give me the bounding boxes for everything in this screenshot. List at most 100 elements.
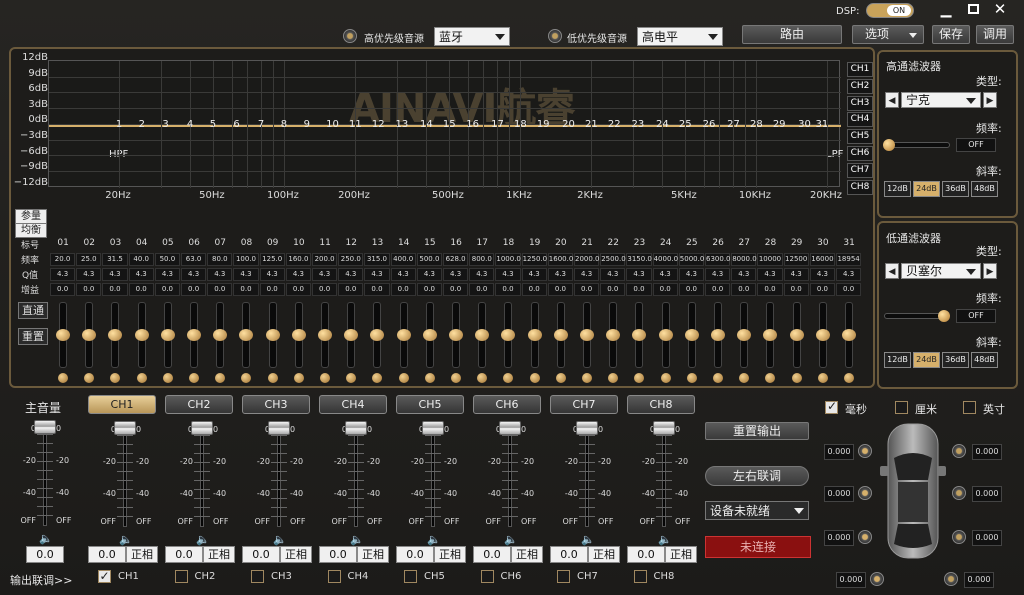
eq-band-dot[interactable] bbox=[58, 373, 68, 383]
eq-slider-thumb[interactable] bbox=[842, 329, 856, 341]
band-marker[interactable]: 10 bbox=[326, 119, 339, 130]
eq-band-dot[interactable] bbox=[110, 373, 121, 383]
eq-gain-field[interactable]: 0.0 bbox=[364, 283, 390, 296]
eq-slider-thumb[interactable] bbox=[711, 329, 725, 341]
eq-band-dot[interactable] bbox=[477, 373, 488, 383]
channel-tab-ch1[interactable]: CH1 bbox=[88, 395, 156, 414]
eq-freq-field[interactable]: 125.0 bbox=[259, 253, 285, 266]
eq-gain-field[interactable]: 0.0 bbox=[652, 283, 678, 296]
eq-slider-thumb[interactable] bbox=[501, 329, 516, 341]
device-select[interactable]: 设备未就绪 bbox=[705, 501, 809, 520]
band-marker[interactable]: 5 bbox=[207, 119, 219, 130]
param-eq-button[interactable]: 参量 bbox=[15, 209, 47, 224]
eq-band-dot[interactable] bbox=[660, 373, 671, 383]
channel-fader-2-track[interactable] bbox=[200, 423, 204, 527]
link-checkbox-ch8[interactable] bbox=[633, 570, 647, 583]
eq-slider-thumb[interactable] bbox=[370, 329, 385, 341]
phase-button[interactable]: 正相 bbox=[511, 546, 543, 563]
eq-slider-thumb[interactable] bbox=[344, 329, 359, 341]
eq-freq-field[interactable]: 800.0 bbox=[469, 253, 495, 266]
options-button[interactable]: 选项 bbox=[852, 25, 924, 44]
eq-slider-thumb[interactable] bbox=[580, 329, 594, 341]
band-marker[interactable]: 26 bbox=[703, 119, 716, 130]
high-priority-select[interactable]: 蓝牙 bbox=[434, 27, 510, 46]
band-marker[interactable]: 15 bbox=[443, 119, 456, 130]
eq-slider-thumb[interactable] bbox=[553, 329, 568, 341]
speaker-icon[interactable]: 🔈 bbox=[581, 533, 595, 546]
eq-gain-field[interactable]: 0.0 bbox=[76, 283, 102, 296]
eq-q-field[interactable]: 4.3 bbox=[443, 268, 469, 281]
eq-band-dot[interactable] bbox=[424, 373, 435, 383]
bypass-button[interactable]: 直通 bbox=[18, 302, 48, 319]
tune-button[interactable]: 调用 bbox=[976, 25, 1014, 44]
eq-gain-field[interactable]: 0.0 bbox=[574, 283, 600, 296]
maximize-icon[interactable] bbox=[964, 2, 982, 18]
channel-fader-6-thumb[interactable] bbox=[499, 421, 521, 435]
eq-q-field[interactable]: 4.3 bbox=[364, 268, 390, 281]
master-volume-value[interactable]: 0.0 bbox=[26, 546, 64, 563]
unit-ms-checkbox[interactable] bbox=[825, 399, 838, 414]
band-marker[interactable]: 22 bbox=[608, 119, 621, 130]
speaker-icon[interactable]: 🔈 bbox=[273, 533, 287, 546]
highpass-slope-12dB[interactable]: 12dB bbox=[884, 181, 911, 197]
eq-gain-field[interactable]: 0.0 bbox=[233, 283, 259, 296]
eq-slider-thumb[interactable] bbox=[134, 329, 149, 341]
eq-q-field[interactable]: 4.3 bbox=[128, 268, 154, 281]
eq-freq-field[interactable]: 1600.0 bbox=[547, 253, 573, 266]
eq-band-dot[interactable] bbox=[608, 373, 619, 383]
eq-q-field[interactable]: 4.3 bbox=[600, 268, 626, 281]
channel-volume-value[interactable]: 0.0 bbox=[319, 546, 357, 563]
reset-output-button[interactable]: 重置输出 bbox=[705, 422, 809, 440]
eq-freq-field[interactable]: 20.0 bbox=[50, 253, 76, 266]
eq-q-field[interactable]: 4.3 bbox=[233, 268, 259, 281]
lowpass-slope-24dB[interactable]: 24dB bbox=[913, 352, 940, 368]
graph-channel-ch3[interactable]: CH3 bbox=[847, 95, 873, 111]
band-marker[interactable]: 13 bbox=[396, 119, 409, 130]
channel-fader-4-track[interactable] bbox=[354, 423, 358, 527]
low-priority-radio[interactable] bbox=[548, 29, 562, 43]
eq-band-dot[interactable] bbox=[346, 373, 357, 383]
phase-button[interactable]: 正相 bbox=[280, 546, 312, 563]
eq-band-dot[interactable] bbox=[844, 373, 854, 383]
eq-band-dot[interactable] bbox=[713, 373, 723, 383]
master-volume-track[interactable] bbox=[43, 422, 47, 526]
highpass-prev-button[interactable]: ◀ bbox=[885, 92, 899, 108]
eq-q-field[interactable]: 4.3 bbox=[102, 268, 128, 281]
delay-speaker-button[interactable] bbox=[858, 486, 872, 500]
eq-gain-field[interactable]: 0.0 bbox=[731, 283, 757, 296]
eq-gain-field[interactable]: 0.0 bbox=[102, 283, 128, 296]
route-button[interactable]: 路由 bbox=[742, 25, 842, 44]
eq-band-dot[interactable] bbox=[293, 373, 304, 383]
eq-freq-field[interactable]: 18954 bbox=[836, 253, 862, 266]
band-marker[interactable]: 3 bbox=[160, 119, 172, 130]
delay-value[interactable]: 0.000 bbox=[824, 486, 854, 502]
eq-gain-field[interactable]: 0.0 bbox=[547, 283, 573, 296]
eq-freq-field[interactable]: 315.0 bbox=[364, 253, 390, 266]
eq-q-field[interactable]: 4.3 bbox=[338, 268, 364, 281]
channel-fader-3-thumb[interactable] bbox=[268, 421, 290, 435]
eq-slider-thumb[interactable] bbox=[632, 329, 647, 341]
eq-q-field[interactable]: 4.3 bbox=[757, 268, 783, 281]
low-priority-select[interactable]: 高电平 bbox=[637, 27, 723, 46]
lowpass-slope-48dB[interactable]: 48dB bbox=[971, 352, 998, 368]
save-button[interactable]: 保存 bbox=[932, 25, 970, 44]
eq-band-dot[interactable] bbox=[686, 373, 697, 383]
delay-value[interactable]: 0.000 bbox=[836, 572, 866, 588]
delay-speaker-button[interactable] bbox=[858, 530, 872, 544]
eq-q-field[interactable]: 4.3 bbox=[809, 268, 835, 281]
graph-channel-ch1[interactable]: CH1 bbox=[847, 62, 873, 77]
eq-gain-field[interactable]: 0.0 bbox=[181, 283, 207, 296]
eq-freq-field[interactable]: 50.0 bbox=[154, 253, 180, 266]
eq-slider-thumb[interactable] bbox=[658, 329, 673, 341]
delay-value[interactable]: 0.000 bbox=[824, 530, 854, 546]
minimize-icon[interactable]: ▁ bbox=[937, 2, 955, 18]
band-marker[interactable]: 24 bbox=[656, 119, 669, 130]
eq-q-field[interactable]: 4.3 bbox=[574, 268, 600, 281]
lowpass-next-button[interactable]: ▶ bbox=[983, 263, 997, 279]
eq-freq-field[interactable]: 3150.0 bbox=[626, 253, 652, 266]
eq-freq-field[interactable]: 1000.0 bbox=[495, 253, 521, 266]
band-marker[interactable]: 16 bbox=[466, 119, 479, 130]
band-marker[interactable]: 21 bbox=[585, 119, 598, 130]
lowpass-freq-thumb[interactable] bbox=[938, 310, 950, 322]
band-marker[interactable]: 23 bbox=[632, 119, 645, 130]
